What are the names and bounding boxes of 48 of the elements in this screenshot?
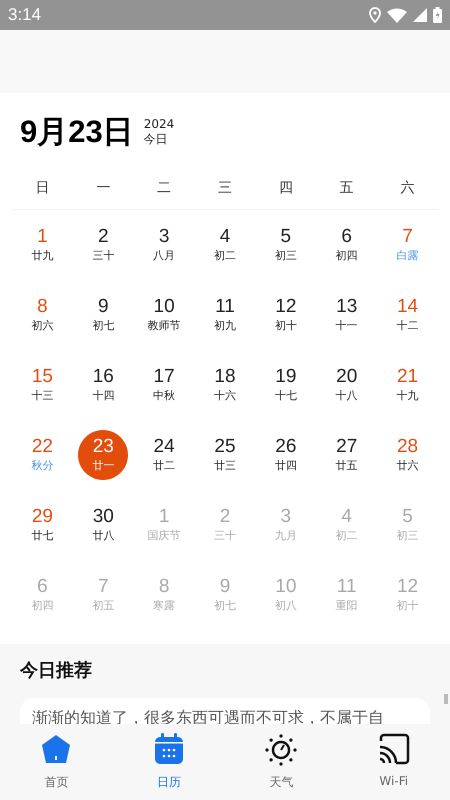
- signal-icon: [413, 8, 427, 22]
- calendar-day[interactable]: 15 十三: [17, 360, 68, 410]
- weekday-label: 五: [338, 179, 355, 197]
- calendar-day[interactable]: 19 十七: [260, 360, 311, 410]
- calendar-day[interactable]: 2 三十: [78, 220, 128, 270]
- calendar-day[interactable]: 7 白露: [382, 220, 433, 270]
- calendar-day[interactable]: 29 廿七: [17, 500, 68, 550]
- calendar-day[interactable]: 28 廿六: [382, 430, 433, 480]
- calendar-day[interactable]: 20 十八: [322, 360, 372, 410]
- calendar-day[interactable]: 22 秋分: [17, 430, 68, 480]
- calendar-day[interactable]: 21 十九: [382, 360, 433, 410]
- weekday-label: 四: [278, 179, 294, 197]
- calendar-day[interactable]: 10 教师节: [139, 290, 190, 340]
- today-label: 今日: [144, 132, 169, 147]
- sun-icon: [264, 732, 298, 766]
- battery-icon: [433, 7, 442, 23]
- calendar-day[interactable]: 18 十六: [200, 360, 250, 410]
- calendar-day[interactable]: 30 廿八: [78, 500, 128, 550]
- calendar-day[interactable]: 11 初九: [200, 290, 250, 340]
- calendar-day[interactable]: 24 廿二: [139, 430, 190, 480]
- calendar-day[interactable]: 16 十四: [78, 360, 128, 410]
- calendar-day[interactable]: 25 廿三: [200, 430, 250, 480]
- weekday-label: 二: [156, 179, 172, 197]
- calendar-day[interactable]: 6 初四: [322, 220, 372, 270]
- weekday-label: 六: [400, 179, 416, 197]
- calendar-day[interactable]: 17 中秋: [139, 360, 190, 410]
- calendar-day[interactable]: 4 初二: [200, 220, 250, 270]
- scrollbar: [444, 694, 448, 704]
- calendar-day[interactable]: 1 廿九: [17, 220, 68, 270]
- location-icon: [369, 7, 381, 23]
- calendar-day[interactable]: 14 十二: [382, 290, 433, 340]
- weekday-label: 日: [34, 179, 50, 197]
- wifi-icon: [387, 8, 407, 22]
- calendar-day[interactable]: 12 初十: [260, 290, 311, 340]
- weekday-label: 三: [216, 179, 233, 197]
- calendar-day[interactable]: 8 初六: [17, 290, 68, 340]
- section-title: 今日推荐: [20, 659, 93, 682]
- year-label: 2024: [144, 117, 174, 132]
- calendar-day[interactable]: 23 廿一: [78, 430, 128, 480]
- calendar-day[interactable]: 5 初三: [260, 220, 311, 270]
- calendar-day[interactable]: 26 廿四: [260, 430, 311, 480]
- calendar-day[interactable]: 3 八月: [139, 220, 190, 270]
- calendar-day[interactable]: 9 初七: [78, 290, 128, 340]
- date-title: 9月23日: [20, 113, 134, 151]
- calendar-day[interactable]: 13 十一: [322, 290, 372, 340]
- calendar-day[interactable]: 27 廿五: [322, 430, 372, 480]
- status-time: 3:14: [8, 5, 42, 25]
- weekday-label: 一: [95, 179, 112, 197]
